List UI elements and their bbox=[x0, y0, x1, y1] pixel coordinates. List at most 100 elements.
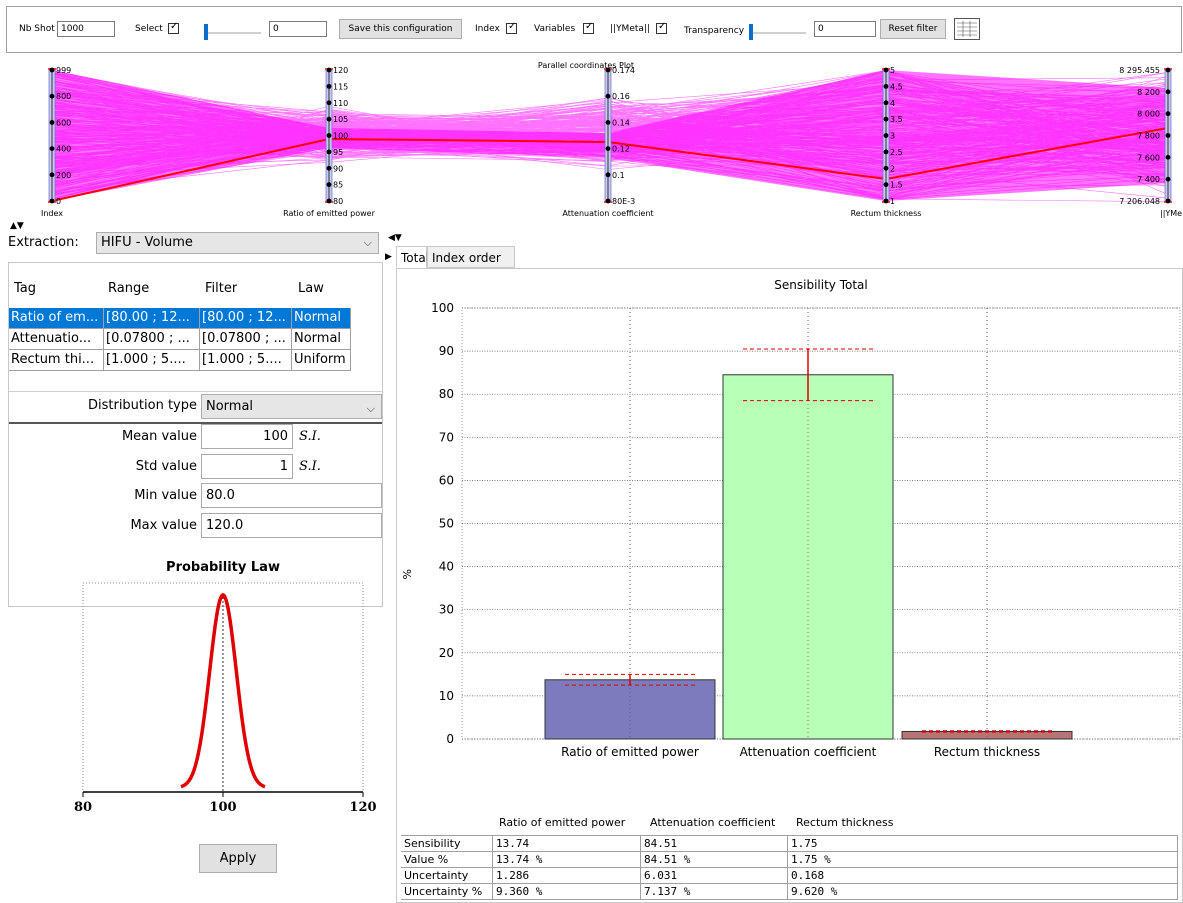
table-header: Tag Range Filter Law bbox=[9, 279, 351, 303]
sensitivity-panel: Total Index order 1 Sensibility Total 0 10… bbox=[396, 246, 1183, 903]
x-tick-label: Ratio of emitted power bbox=[561, 745, 699, 759]
axis-tick-label: 0.174 bbox=[612, 66, 635, 75]
tab-index-order-1[interactable]: Index order 1 bbox=[427, 246, 515, 287]
axis-tick-label: 600 bbox=[56, 118, 71, 127]
table-cell: 9.620 % bbox=[788, 884, 1178, 900]
y-tick-label: 80 bbox=[439, 387, 454, 401]
axis-tick bbox=[326, 165, 332, 171]
table-row: Sensibility 13.74 84.51 1.75 bbox=[401, 836, 1178, 852]
axis-tick bbox=[326, 149, 332, 155]
axis-tick-label: 85 bbox=[333, 181, 343, 190]
select-slider-track bbox=[204, 32, 261, 34]
transparency-value[interactable]: 0 bbox=[814, 21, 876, 37]
collapse-arrow-icon[interactable]: ▶ bbox=[385, 252, 392, 262]
table-row[interactable]: Ratio of em... [80.00 ; 12... [80.00 ; 1… bbox=[9, 308, 351, 329]
std-value-label: Std value bbox=[135, 459, 197, 474]
distribution-type-value: Normal bbox=[206, 399, 254, 414]
table-cell: Normal bbox=[292, 308, 351, 329]
axis-tick-label: 120 bbox=[333, 66, 348, 75]
axis-tick bbox=[605, 67, 611, 73]
distribution-type-label: Distribution type bbox=[87, 398, 197, 413]
axis-tick-label: 95 bbox=[333, 148, 343, 157]
extraction-value: HIFU - Volume bbox=[101, 235, 193, 250]
column-header: Ratio of emitted power bbox=[499, 816, 626, 829]
splitter-arrow-icon[interactable]: ◀▼ bbox=[388, 233, 402, 243]
axis-tick bbox=[326, 133, 332, 138]
std-value-input[interactable]: 1 bbox=[201, 454, 293, 479]
y-tick-label: 20 bbox=[439, 646, 454, 660]
axis-tick bbox=[605, 120, 611, 125]
axis-tick-label: 5 bbox=[890, 66, 895, 75]
axis-tick-label: 105 bbox=[333, 115, 348, 124]
table-cell: Uniform bbox=[292, 350, 351, 371]
chart-title: Probability Law bbox=[166, 560, 280, 575]
x-tick-label: 120 bbox=[349, 800, 376, 815]
axis-tick bbox=[1165, 67, 1171, 73]
chevron-down-icon: ⌵ bbox=[363, 236, 372, 249]
y-tick-label: 40 bbox=[439, 560, 454, 574]
y-tick-label: 60 bbox=[439, 473, 454, 487]
save-configuration-button[interactable]: Save this configuration bbox=[339, 19, 462, 39]
axis-tick-label: 100 bbox=[333, 132, 348, 141]
probability-law-chart: Probability Law 80 100 120 bbox=[8, 548, 383, 818]
table-row[interactable]: Attenuatio... [0.07800 ; ... [0.07800 ; … bbox=[9, 329, 351, 350]
y-tick-label: 50 bbox=[439, 517, 454, 531]
parallel-coordinates-plot[interactable]: Parallel coordinates Plot 999 800 600 400 200… bbox=[6, 58, 1183, 220]
y-tick-label: 30 bbox=[439, 603, 454, 617]
extraction-select[interactable]: HIFU - Volume ⌵ bbox=[96, 232, 379, 254]
min-value-label: Min value bbox=[134, 488, 197, 503]
select-slider-handle[interactable] bbox=[204, 24, 208, 40]
tab-total[interactable]: Total bbox=[396, 246, 429, 268]
axis-tick bbox=[49, 120, 55, 125]
y-tick-label: 10 bbox=[439, 689, 454, 703]
select-checkbox[interactable] bbox=[168, 21, 179, 34]
axis-tick-label: 90 bbox=[333, 164, 343, 173]
reset-filter-button[interactable]: Reset filter bbox=[880, 19, 946, 39]
export-table-icon[interactable] bbox=[954, 18, 980, 40]
column-header: Filter bbox=[205, 281, 238, 296]
axis-tick-label: 2 bbox=[890, 164, 895, 173]
axis-tick-label: 7 206.048 bbox=[1119, 197, 1160, 206]
ymeta-checkbox[interactable] bbox=[656, 21, 667, 34]
apply-button[interactable]: Apply bbox=[199, 844, 277, 873]
extraction-label: Extraction: bbox=[8, 235, 79, 250]
x-tick-label: 80 bbox=[74, 800, 92, 815]
table-cell: 1.286 bbox=[493, 868, 641, 884]
index-checkbox[interactable] bbox=[506, 21, 517, 34]
table-cell: Ratio of em... bbox=[9, 308, 104, 329]
min-value-input[interactable]: 80.0 bbox=[201, 483, 382, 508]
axis-tick-label: 200 bbox=[56, 171, 71, 180]
table-cell: 7.137 % bbox=[641, 884, 788, 900]
axis-tick bbox=[326, 182, 332, 188]
nb-shot-label: Nb Shot bbox=[19, 24, 55, 34]
table-row: Uncertainty 1.286 6.031 0.168 bbox=[401, 868, 1178, 884]
transparency-slider-handle[interactable] bbox=[749, 24, 753, 40]
column-header: Rectum thickness bbox=[796, 816, 894, 829]
table-cell: 1.75 bbox=[788, 836, 1178, 852]
axis-tick bbox=[326, 198, 332, 204]
variables-checkbox[interactable] bbox=[583, 21, 594, 34]
mean-unit: S.I. bbox=[299, 429, 321, 444]
mean-value-input[interactable]: 100 bbox=[201, 424, 293, 449]
axis-tick bbox=[605, 172, 611, 178]
x-tick-label: Rectum thickness bbox=[934, 745, 1040, 759]
table-row[interactable]: Rectum thi... [1.000 ; 5.... [1.000 ; 5.… bbox=[9, 350, 351, 371]
nb-shot-input[interactable]: 1000 bbox=[57, 21, 115, 37]
axis-tick-label: 3.5 bbox=[890, 115, 903, 124]
table-cell: [80.00 ; 12... bbox=[104, 308, 200, 329]
y-tick-label: 90 bbox=[439, 344, 454, 358]
axis-tick bbox=[1165, 133, 1171, 138]
axis-label: Index bbox=[41, 209, 63, 218]
table-cell: [1.000 ; 5.... bbox=[104, 350, 200, 371]
axis-tick bbox=[49, 198, 55, 204]
axis-tick bbox=[605, 93, 611, 99]
y-tick-label: 0 bbox=[446, 732, 454, 746]
axis-tick-label: 0.16 bbox=[612, 92, 630, 101]
distribution-type-select[interactable]: Normal ⌵ bbox=[201, 394, 382, 419]
axis-label: Attenuation coefficient bbox=[562, 209, 653, 218]
divider bbox=[9, 391, 382, 392]
select-slider-value[interactable]: 0 bbox=[269, 21, 327, 37]
column-header: Range bbox=[108, 281, 150, 296]
max-value-input[interactable]: 120.0 bbox=[201, 513, 382, 538]
axis-tick bbox=[883, 67, 889, 73]
